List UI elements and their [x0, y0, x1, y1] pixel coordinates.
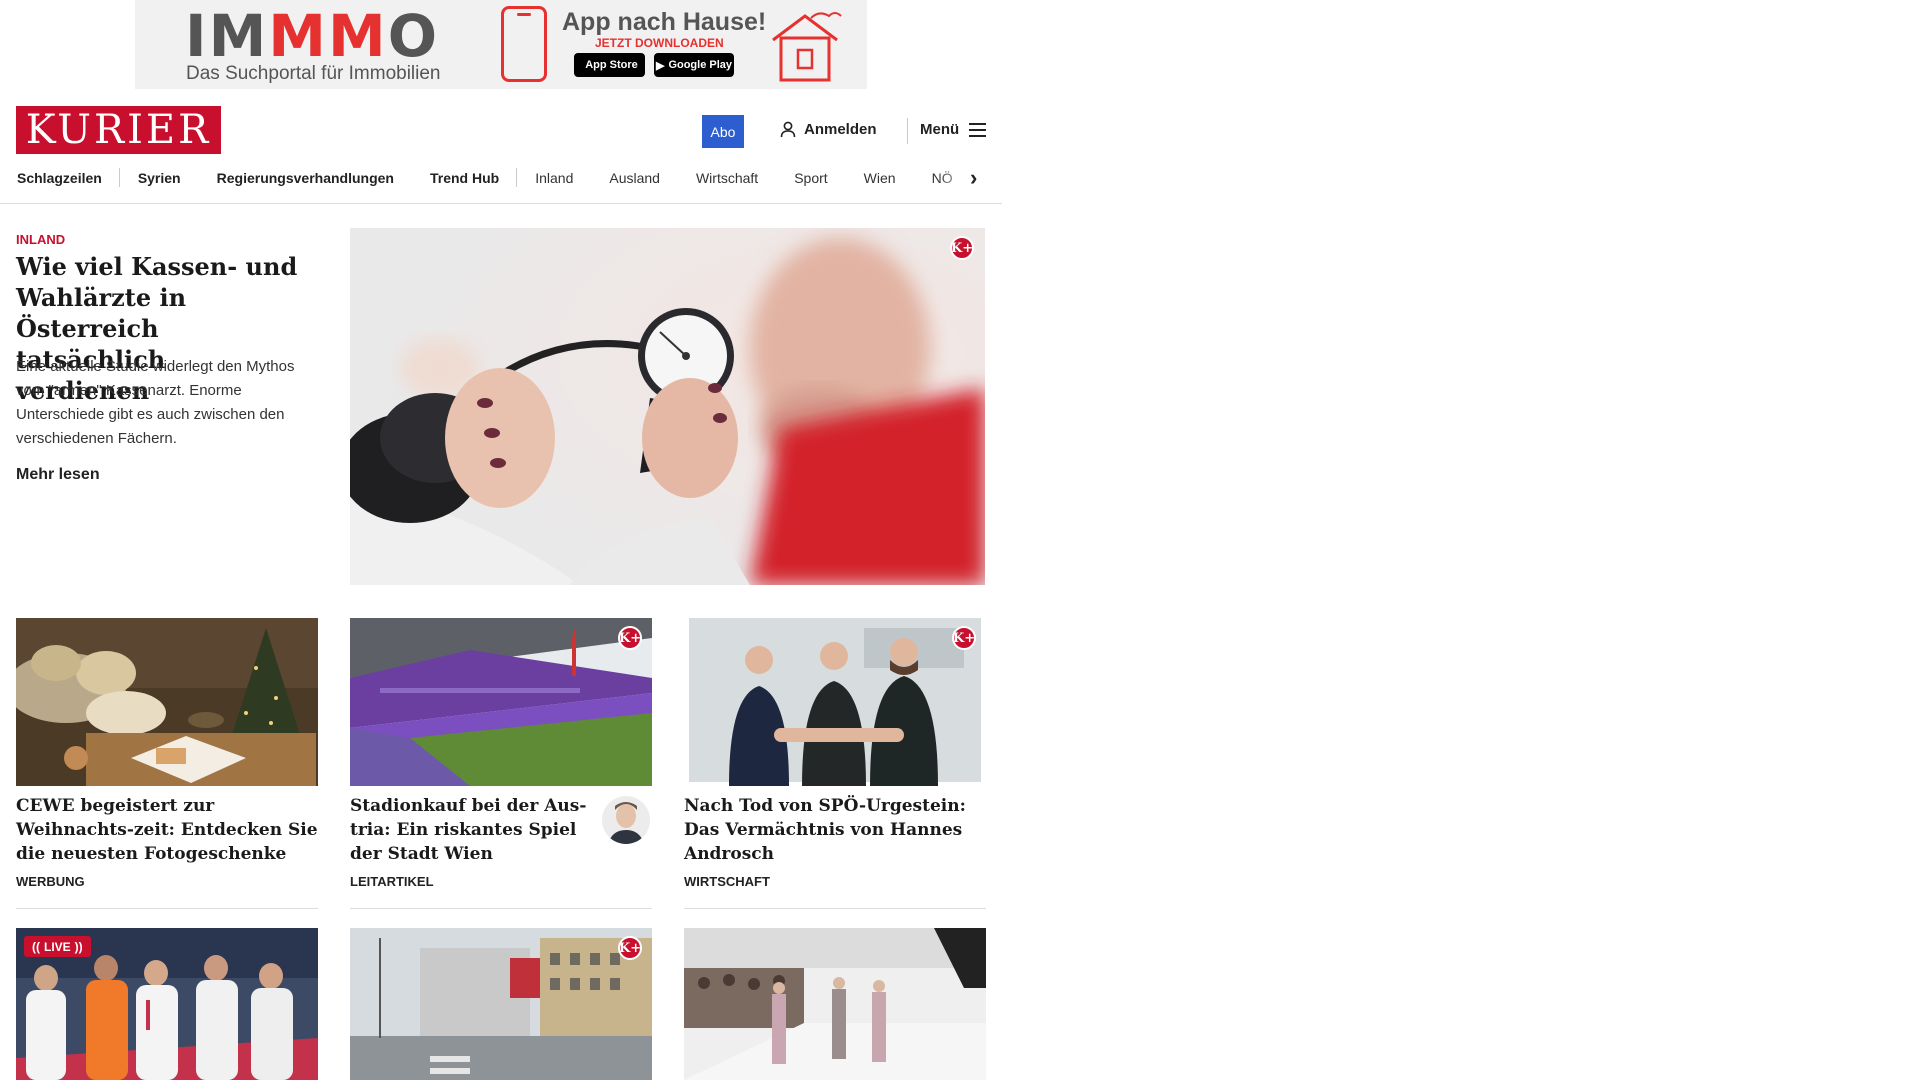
- ad-banner[interactable]: IMMMO Das Suchportal für Immobilien App …: [135, 0, 867, 89]
- card-divider: [16, 908, 318, 909]
- nav-item-inland[interactable]: Inland: [517, 170, 591, 186]
- hamburger-icon: [969, 122, 987, 137]
- nav-item-sport[interactable]: Sport: [776, 170, 845, 186]
- christmas-living-room-photo: [16, 618, 318, 786]
- menu-button[interactable]: Menü: [920, 121, 987, 138]
- nav-item-wien[interactable]: Wien: [846, 170, 914, 186]
- header-divider: [907, 118, 908, 144]
- card-image[interactable]: (( LIVE )): [16, 928, 318, 1080]
- nav-item-trend-hub[interactable]: Trend Hub: [412, 168, 518, 187]
- card-divider: [684, 908, 986, 909]
- ad-tagline: Das Suchportal für Immobilien: [186, 63, 441, 84]
- app-store-label: App Store: [585, 59, 638, 71]
- live-label: LIVE: [44, 939, 71, 954]
- stadium-photo: [350, 618, 652, 786]
- login-button[interactable]: Anmelden: [780, 121, 877, 138]
- city-street-photo: [350, 928, 652, 1080]
- card-image[interactable]: K+: [350, 618, 652, 786]
- article-card[interactable]: K+ Stadionkauf bei der Aus-tria: Ein ris…: [350, 618, 652, 910]
- card-divider: [350, 908, 652, 909]
- premium-badge: K+: [618, 626, 642, 650]
- phone-icon: [501, 6, 547, 82]
- kurier-logo[interactable]: KURIER: [16, 106, 221, 154]
- abo-button[interactable]: Abo: [702, 115, 744, 148]
- archive-portrait-photo: [684, 618, 986, 786]
- section-nav: Schlagzeilen Syrien Regierungsverhandlun…: [0, 162, 1002, 204]
- article-card[interactable]: K+: [350, 928, 652, 1080]
- nav-item-schlagzeilen[interactable]: Schlagzeilen: [16, 168, 120, 187]
- chevron-right-icon[interactable]: ›: [970, 167, 977, 189]
- article-card[interactable]: CEWE begeistert zur Weihnachts-zeit: Ent…: [16, 618, 318, 910]
- login-label: Anmelden: [804, 121, 877, 138]
- card-image[interactable]: [16, 618, 318, 786]
- ad-subtitle: JETZT DOWNLOADEN: [595, 36, 724, 50]
- play-icon: ▶: [655, 59, 665, 72]
- card-title[interactable]: Stadionkauf bei der Aus-tria: Ein riskan…: [350, 794, 590, 866]
- article-card[interactable]: [684, 928, 986, 1080]
- nav-item-regierungsverhandlungen[interactable]: Regierungsverhandlungen: [199, 170, 412, 186]
- card-label: LEITARTIKEL: [350, 874, 434, 889]
- card-label: WERBUNG: [16, 874, 85, 889]
- ad-title: App nach Hause!: [562, 8, 767, 36]
- nav-item-ausland[interactable]: Ausland: [591, 170, 678, 186]
- broadcast-icon: ((: [32, 939, 40, 954]
- card-title[interactable]: CEWE begeistert zur Weihnachts-zeit: Ent…: [16, 794, 318, 866]
- nav-item-syrien[interactable]: Syrien: [120, 170, 199, 186]
- app-store-button[interactable]: App Store: [574, 53, 645, 77]
- premium-badge: K+: [950, 236, 974, 260]
- user-icon: [780, 121, 796, 138]
- menu-label: Menü: [920, 121, 960, 138]
- nav-item-wirtschaft[interactable]: Wirtschaft: [678, 170, 776, 186]
- read-more-link[interactable]: Mehr lesen: [16, 466, 100, 484]
- lead-image[interactable]: K+: [350, 228, 985, 585]
- premium-badge: K+: [618, 936, 642, 960]
- article-card[interactable]: (( LIVE )): [16, 928, 318, 1080]
- house-icon: [772, 12, 842, 82]
- premium-badge: K+: [952, 626, 976, 650]
- google-play-button[interactable]: ▶ Google Play: [654, 53, 734, 77]
- article-card[interactable]: K+ Nach Tod von SPÖ-Urgestein: Das Vermä…: [684, 618, 986, 910]
- card-image[interactable]: K+: [350, 928, 652, 1080]
- google-play-label: Google Play: [668, 59, 733, 71]
- ad-logo: IMMMO: [185, 2, 440, 70]
- broadcast-icon: )): [74, 939, 83, 954]
- card-image[interactable]: [684, 928, 986, 1080]
- author-avatar: [602, 796, 650, 844]
- fashion-show-photo: [684, 928, 986, 1080]
- card-label: WIRTSCHAFT: [684, 874, 770, 889]
- card-image[interactable]: K+: [684, 618, 986, 786]
- card-title[interactable]: Nach Tod von SPÖ-Urgestein: Das Vermächt…: [684, 794, 986, 866]
- lead-kicker[interactable]: INLAND: [16, 232, 65, 247]
- live-badge: (( LIVE )): [24, 936, 91, 957]
- blood-pressure-photo: [350, 228, 985, 585]
- nav-items: Schlagzeilen Syrien Regierungsverhandlun…: [16, 162, 971, 194]
- lead-teaser: Eine aktuelle Studie widerlegt den Mytho…: [16, 358, 295, 447]
